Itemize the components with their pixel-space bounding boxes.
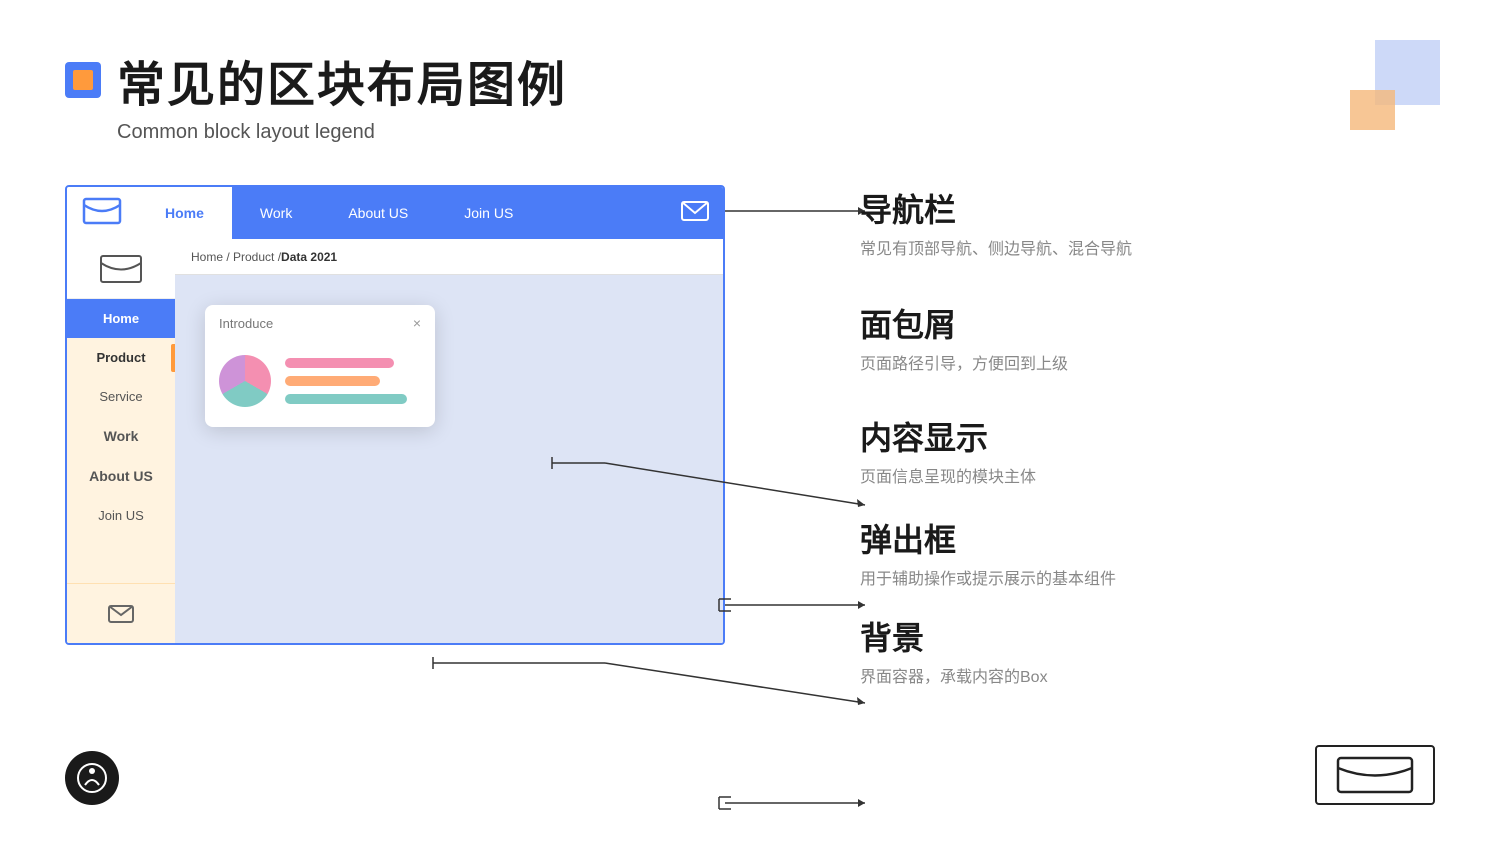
label-dialog-desc: 用于辅助操作或提示展示的基本组件 [860,565,1116,589]
logo-symbol [82,197,122,230]
nav-item-home[interactable]: Home [137,187,232,239]
bottom-right-logo [1315,745,1435,805]
nav-item-joinus[interactable]: Join US [436,187,541,239]
sidebar-item-service[interactable]: Service [67,377,175,416]
bottom-logo-circle [65,751,119,805]
diagram-area: Home Work About US Join US [65,185,795,655]
nav-item-work[interactable]: Work [232,187,320,239]
mockup-background: Introduce × [175,275,723,643]
mockup-breadcrumb: Home / Product / Data 2021 [175,239,723,275]
dialog-body [205,341,435,427]
label-breadcrumb-desc: 页面路径引导，方便回到上级 [860,350,1068,374]
label-background: 背景 界面容器，承载内容的Box [860,613,1048,687]
mockup-navbar: Home Work About US Join US [67,187,723,239]
label-content-desc: 页面信息呈现的模块主体 [860,463,1036,487]
breadcrumb-current: Data 2021 [281,250,337,264]
page-main-title: 常见的区块布局图例 [117,45,567,115]
title-row: 常见的区块布局图例 [65,45,567,115]
label-dialog-title: 弹出框 [860,515,1116,561]
label-content-title: 内容显示 [860,413,1036,459]
sidebar-item-about[interactable]: About US [67,456,175,496]
sidebar-item-joinus[interactable]: Join US [67,496,175,535]
dialog-line-1 [285,358,394,368]
dialog-line-3 [285,394,407,404]
sidebar-mail-area [67,583,175,643]
dialog-line-2 [285,376,380,386]
label-bg-desc: 界面容器，承载内容的Box [860,663,1048,687]
mockup-sidebar: Home Product Service Work About US Join … [67,239,175,643]
nav-mail-icon [681,201,709,226]
label-breadcrumb-title: 面包屑 [860,300,1068,346]
nav-items: Home Work About US Join US [137,187,723,239]
page-sub-title: Common block layout legend [117,121,567,144]
mockup-browser: Home Work About US Join US [65,185,725,645]
sidebar-item-home[interactable]: Home [67,299,175,338]
decorative-squares [1350,40,1440,130]
label-content: 内容显示 页面信息呈现的模块主体 [860,413,1036,487]
label-navbar-title: 导航栏 [860,185,1132,231]
sidebar-item-work[interactable]: Work [67,416,175,456]
dialog-header: Introduce × [205,305,435,341]
mockup-content: Home Product Service Work About US Join … [67,239,723,643]
label-navbar: 导航栏 常见有顶部导航、侧边导航、混合导航 [860,185,1132,259]
label-navbar-desc: 常见有顶部导航、侧边导航、混合导航 [860,235,1132,259]
title-icon [65,62,101,98]
nav-item-about[interactable]: About US [320,187,436,239]
mockup-logo [67,187,137,239]
label-bg-title: 背景 [860,613,1048,659]
label-dialog: 弹出框 用于辅助操作或提示展示的基本组件 [860,515,1116,589]
dialog-chart-circle [219,355,271,407]
mockup-dialog: Introduce × [205,305,435,427]
label-breadcrumb: 面包屑 页面路径引导，方便回到上级 [860,300,1068,374]
dialog-lines [285,358,421,404]
mockup-main: Home / Product / Data 2021 Introduce × [175,239,723,643]
bottom-left-logo [65,751,119,805]
sidebar-item-product[interactable]: Product [67,338,175,377]
breadcrumb-path: Home / Product / [191,250,281,264]
deco-orange-square [1350,90,1395,130]
sidebar-logo-area [67,239,175,299]
dialog-title: Introduce [219,316,273,331]
dialog-close-icon[interactable]: × [413,315,421,331]
page-title-area: 常见的区块布局图例 Common block layout legend [65,45,567,144]
